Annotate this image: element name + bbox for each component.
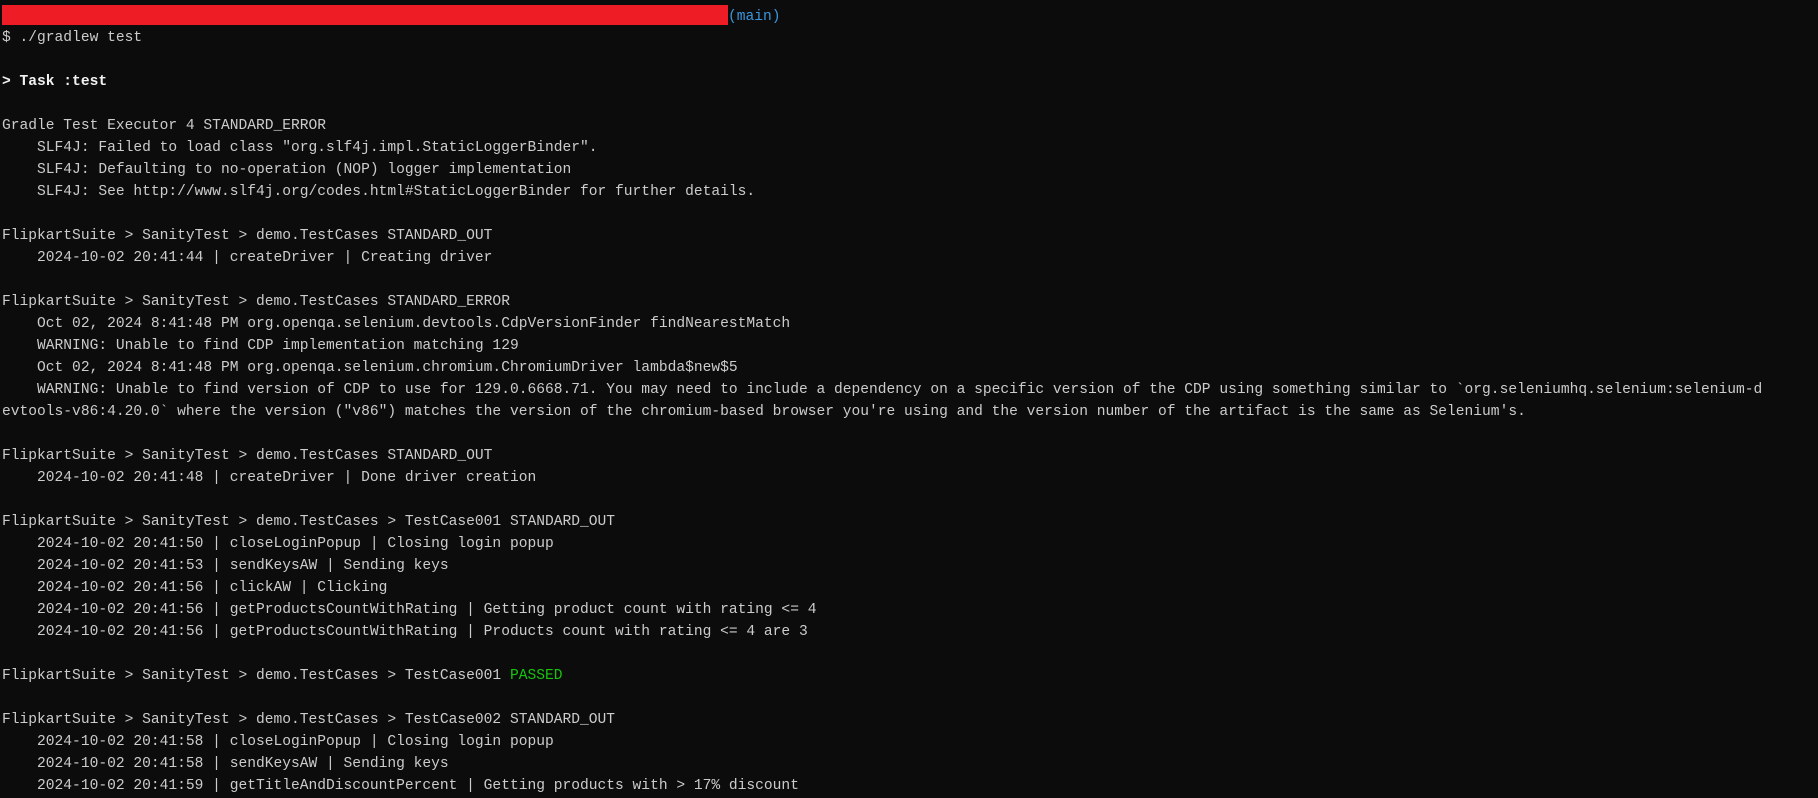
terminal-line: > Task :test [2,71,1818,93]
terminal-line: 2024-10-02 20:41:56 | clickAW | Clicking [2,577,1818,599]
terminal-line: WARNING: Unable to find CDP implementati… [2,335,1818,357]
line-text: FlipkartSuite > SanityTest > demo.TestCa… [2,668,510,684]
terminal-line: Oct 02, 2024 8:41:48 PM org.openqa.selen… [2,357,1818,379]
terminal-line: FlipkartSuite > SanityTest > demo.TestCa… [2,225,1818,247]
line-text: FlipkartSuite > SanityTest > demo.TestCa… [2,448,493,464]
terminal-line: FlipkartSuite > SanityTest > demo.TestCa… [2,291,1818,313]
terminal-line: 2024-10-02 20:41:59 | getTitleAndDiscoun… [2,775,1818,797]
terminal-line: SLF4J: Defaulting to no-operation (NOP) … [2,159,1818,181]
terminal-line: (main) [2,5,1818,27]
terminal-line: SLF4J: Failed to load class "org.slf4j.i… [2,137,1818,159]
line-text: FlipkartSuite > SanityTest > demo.TestCa… [2,294,510,310]
line-text: 2024-10-02 20:41:48 | createDriver | Don… [2,470,537,486]
line-text: Oct 02, 2024 8:41:48 PM org.openqa.selen… [2,316,791,332]
line-text: Gradle Test Executor 4 STANDARD_ERROR [2,118,327,134]
line-text: WARNING: Unable to find version of CDP t… [2,382,1763,398]
line-text: 2024-10-02 20:41:44 | createDriver | Cre… [2,250,493,266]
terminal-line: 2024-10-02 20:41:48 | createDriver | Don… [2,467,1818,489]
terminal-line: Oct 02, 2024 8:41:48 PM org.openqa.selen… [2,313,1818,335]
terminal-output[interactable]: (main) $ ./gradlew test > Task :test Gradle… [0,0,1818,797]
terminal-line: FlipkartSuite > SanityTest > demo.TestCa… [2,709,1818,731]
line-text: 2024-10-02 20:41:58 | closeLoginPopup | … [2,734,554,750]
terminal-line: 2024-10-02 20:41:50 | closeLoginPopup | … [2,533,1818,555]
command-line: $ ./gradlew test [2,30,143,46]
git-branch: (main) [728,9,781,25]
terminal-line: FlipkartSuite > SanityTest > demo.TestCa… [2,445,1818,467]
terminal-line: 2024-10-02 20:41:58 | closeLoginPopup | … [2,731,1818,753]
line-text: 2024-10-02 20:41:56 | getProductsCountWi… [2,624,808,640]
terminal-line: 2024-10-02 20:41:58 | sendKeysAW | Sendi… [2,753,1818,775]
line-text: 2024-10-02 20:41:50 | closeLoginPopup | … [2,536,554,552]
line-text: FlipkartSuite > SanityTest > demo.TestCa… [2,228,493,244]
status-passed: PASSED [509,668,563,684]
terminal-line: evtools-v86:4.20.0` where the version ("… [2,401,1818,423]
line-text: > Task :test [2,74,108,90]
line-text: 2024-10-02 20:41:53 | sendKeysAW | Sendi… [2,558,449,574]
line-text: FlipkartSuite > SanityTest > demo.TestCa… [2,514,616,530]
terminal-line: FlipkartSuite > SanityTest > demo.TestCa… [2,665,1818,687]
line-text: evtools-v86:4.20.0` where the version ("… [2,404,1526,420]
line-text: Oct 02, 2024 8:41:48 PM org.openqa.selen… [2,360,738,376]
redacted-path [2,5,728,25]
terminal-line: 2024-10-02 20:41:56 | getProductsCountWi… [2,599,1818,621]
terminal-line: 2024-10-02 20:41:53 | sendKeysAW | Sendi… [2,555,1818,577]
line-text: SLF4J: Defaulting to no-operation (NOP) … [2,162,572,178]
line-text: SLF4J: Failed to load class "org.slf4j.i… [2,140,598,156]
line-text: SLF4J: See http://www.slf4j.org/codes.ht… [2,184,756,200]
line-text: 2024-10-02 20:41:56 | getProductsCountWi… [2,602,817,618]
terminal-line: $ ./gradlew test [2,27,1818,49]
terminal-line: Gradle Test Executor 4 STANDARD_ERROR [2,115,1818,137]
line-text: FlipkartSuite > SanityTest > demo.TestCa… [2,712,616,728]
line-text: 2024-10-02 20:41:59 | getTitleAndDiscoun… [2,778,799,794]
terminal-line: 2024-10-02 20:41:56 | getProductsCountWi… [2,621,1818,643]
terminal-line: SLF4J: See http://www.slf4j.org/codes.ht… [2,181,1818,203]
terminal-line: 2024-10-02 20:41:44 | createDriver | Cre… [2,247,1818,269]
terminal-line: WARNING: Unable to find version of CDP t… [2,379,1818,401]
line-text: WARNING: Unable to find CDP implementati… [2,338,519,354]
terminal-line: FlipkartSuite > SanityTest > demo.TestCa… [2,511,1818,533]
line-text: 2024-10-02 20:41:58 | sendKeysAW | Sendi… [2,756,449,772]
line-text: 2024-10-02 20:41:56 | clickAW | Clicking [2,580,388,596]
